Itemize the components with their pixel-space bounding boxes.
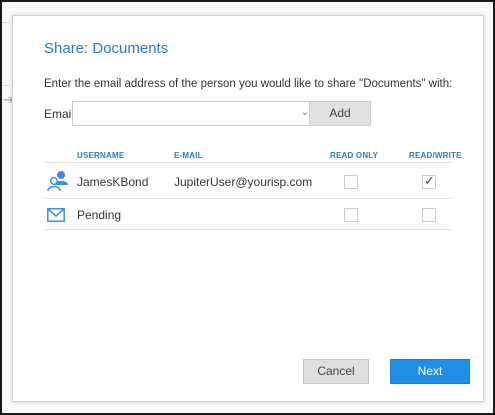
read-write-checkbox[interactable]: [422, 208, 436, 222]
read-write-checkbox[interactable]: ✓: [422, 173, 436, 189]
table-divider: [44, 229, 452, 230]
dialog-title: Share: Documents: [44, 40, 169, 57]
users-icon: [47, 171, 68, 192]
checkmark-icon: ✓: [424, 173, 435, 188]
column-header-read-only: READ ONLY: [330, 151, 379, 160]
row-email: JupiterUser@yourisp.com: [174, 175, 313, 189]
cancel-button[interactable]: Cancel: [303, 359, 369, 384]
add-button[interactable]: Add: [309, 101, 371, 126]
read-only-checkbox[interactable]: [344, 208, 358, 222]
email-combobox[interactable]: ⌄: [72, 101, 316, 126]
table-divider: [44, 198, 452, 199]
chevron-down-icon[interactable]: ⌄: [301, 107, 309, 118]
column-header-email: E-MAIL: [174, 151, 203, 160]
row-username: JamesKBond: [77, 175, 149, 189]
read-only-checkbox[interactable]: [344, 175, 358, 189]
email-input[interactable]: [73, 102, 300, 124]
mail-icon: [47, 208, 65, 222]
column-header-username: USERNAME: [77, 151, 125, 160]
column-header-read-write: READ/WRITE: [409, 151, 462, 160]
background-panel-edge: [2, 22, 10, 86]
row-username: Pending: [77, 208, 122, 222]
share-prompt: Enter the email address of the person yo…: [44, 78, 453, 90]
next-button[interactable]: Next: [390, 359, 470, 384]
window-frame: ➔ Share: Documents Enter the email addre…: [0, 0, 495, 415]
table-divider: [44, 162, 452, 163]
share-dialog: Share: Documents Enter the email address…: [12, 15, 484, 402]
